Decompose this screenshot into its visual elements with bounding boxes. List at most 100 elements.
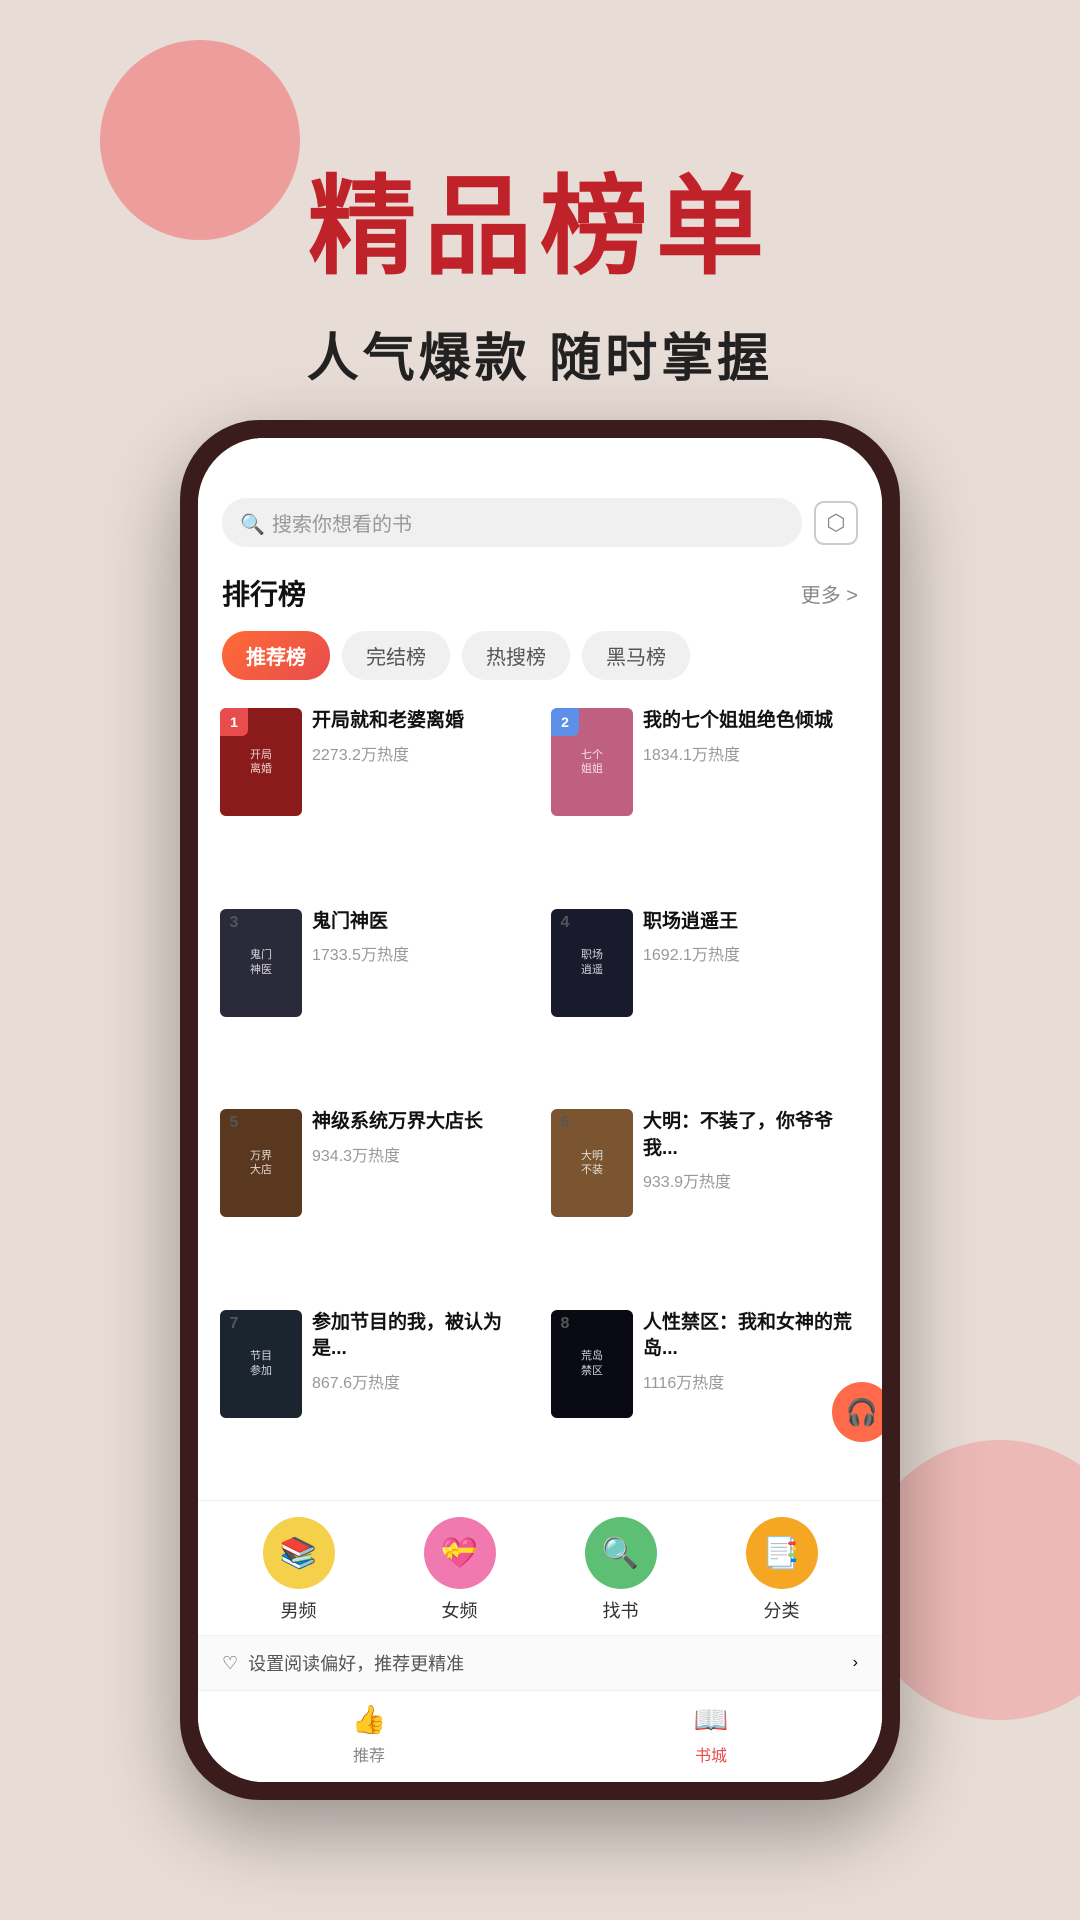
list-item[interactable]: 鬼门 神医 3 鬼门神医 1733.5万热度 — [214, 901, 535, 1092]
book-title: 大明：不装了，你爷爷我... — [643, 1109, 860, 1162]
classify-icon: 📑 — [746, 1517, 818, 1589]
rank-badge: 6 — [551, 1109, 579, 1137]
book-cover: 七个 姐姐 2 — [551, 708, 633, 816]
book-info: 大明：不装了，你爷爷我... 933.9万热度 — [643, 1109, 860, 1192]
bookstore-nav-label: 书城 — [695, 1742, 727, 1766]
book-title: 神级系统万界大店长 — [312, 1109, 529, 1136]
cover-text: 七个 姐姐 — [577, 744, 607, 781]
rank-badge: 2 — [551, 708, 579, 736]
more-link[interactable]: 更多 > — [801, 579, 858, 608]
cover-text: 职场 逍遥 — [577, 944, 607, 981]
book-info: 人性禁区：我和女神的荒岛... 1116万热度 — [643, 1310, 860, 1393]
scan-button[interactable]: ⬡ — [814, 501, 858, 545]
classify-label: 分类 — [764, 1597, 800, 1623]
categories-section: 📚 男频 💝 女频 🔍 找书 📑 分类 — [198, 1500, 882, 1635]
nav-item-recommend[interactable]: 👍 推荐 — [352, 1703, 387, 1766]
prefs-left: ♡ 设置阅读偏好，推荐更精准 — [222, 1650, 464, 1676]
list-item[interactable]: 万界 大店 5 神级系统万界大店长 934.3万热度 — [214, 1101, 535, 1292]
category-classify[interactable]: 📑 分类 — [746, 1517, 818, 1623]
book-cover: 鬼门 神医 3 — [220, 909, 302, 1017]
prefs-banner[interactable]: ♡ 设置阅读偏好，推荐更精准 › — [198, 1635, 882, 1690]
search-placeholder-text: 搜索你想看的书 — [272, 508, 412, 537]
cover-text: 荒岛 禁区 — [577, 1345, 607, 1382]
prefs-heart-icon: ♡ — [222, 1653, 238, 1674]
category-female[interactable]: 💝 女频 — [424, 1517, 496, 1623]
tabs-row: 推荐榜 完结榜 热搜榜 黑马榜 — [198, 623, 882, 692]
book-cover: 大明 不装 6 — [551, 1109, 633, 1217]
rank-badge: 8 — [551, 1310, 579, 1338]
tab-hot-search[interactable]: 热搜榜 — [462, 631, 570, 680]
male-freq-icon: 📚 — [263, 1517, 335, 1589]
book-heat: 934.3万热度 — [312, 1142, 529, 1166]
book-cover: 职场 逍遥 4 — [551, 909, 633, 1017]
phone-inner: 🔍 搜索你想看的书 ⬡ 排行榜 更多 > 推荐榜 完结榜 热搜榜 黑马榜 — [198, 438, 882, 1782]
rank-badge: 1 — [220, 708, 248, 736]
rank-badge: 4 — [551, 909, 579, 937]
cover-text: 鬼门 神医 — [246, 944, 276, 981]
tab-dark-horse[interactable]: 黑马榜 — [582, 631, 690, 680]
category-male[interactable]: 📚 男频 — [263, 1517, 335, 1623]
female-freq-label: 女频 — [442, 1597, 478, 1623]
rankings-section-title: 排行榜 — [222, 573, 306, 613]
find-book-icon: 🔍 — [585, 1517, 657, 1589]
book-info: 鬼门神医 1733.5万热度 — [312, 909, 529, 966]
prefs-arrow-icon: › — [853, 1654, 858, 1672]
hero-subtitle: 人气爆款 随时掌握 — [0, 316, 1080, 391]
book-info: 职场逍遥王 1692.1万热度 — [643, 909, 860, 966]
list-item[interactable]: 开局 离婚 1 开局就和老婆离婚 2273.2万热度 — [214, 700, 535, 891]
book-cover: 开局 离婚 1 — [220, 708, 302, 816]
book-title: 职场逍遥王 — [643, 909, 860, 936]
hero-title: 精品榜单 — [0, 140, 1080, 296]
book-cover: 节目 参加 7 — [220, 1310, 302, 1418]
cover-text: 万界 大店 — [246, 1145, 276, 1182]
list-item[interactable]: 七个 姐姐 2 我的七个姐姐绝色倾城 1834.1万热度 — [545, 700, 866, 891]
prefs-text: 设置阅读偏好，推荐更精准 — [248, 1650, 464, 1676]
bookstore-nav-icon: 📖 — [694, 1703, 729, 1736]
book-title: 鬼门神医 — [312, 909, 529, 936]
cover-text: 节目 参加 — [246, 1345, 276, 1382]
book-cover: 荒岛 禁区 8 — [551, 1310, 633, 1418]
list-item[interactable]: 职场 逍遥 4 职场逍遥王 1692.1万热度 — [545, 901, 866, 1092]
recommend-nav-label: 推荐 — [353, 1742, 385, 1766]
status-bar — [198, 438, 882, 488]
book-info: 开局就和老婆离婚 2273.2万热度 — [312, 708, 529, 765]
book-heat: 1733.5万热度 — [312, 941, 529, 965]
book-info: 我的七个姐姐绝色倾城 1834.1万热度 — [643, 708, 860, 765]
hero-section: 精品榜单 人气爆款 随时掌握 — [0, 60, 1080, 391]
tab-completed[interactable]: 完结榜 — [342, 631, 450, 680]
search-box[interactable]: 🔍 搜索你想看的书 — [222, 498, 802, 547]
cover-text: 开局 离婚 — [246, 744, 276, 781]
find-book-label: 找书 — [603, 1597, 639, 1623]
rank-badge: 7 — [220, 1310, 248, 1338]
rankings-header: 排行榜 更多 > — [198, 557, 882, 623]
book-info: 参加节目的我，被认为是... 867.6万热度 — [312, 1310, 529, 1393]
book-title: 开局就和老婆离婚 — [312, 708, 529, 735]
list-item[interactable]: 荒岛 禁区 8 人性禁区：我和女神的荒岛... 1116万热度 — [545, 1302, 866, 1493]
book-heat: 1116万热度 — [643, 1369, 860, 1393]
book-title: 我的七个姐姐绝色倾城 — [643, 708, 860, 735]
list-item[interactable]: 节目 参加 7 参加节目的我，被认为是... 867.6万热度 — [214, 1302, 535, 1493]
book-info: 神级系统万界大店长 934.3万热度 — [312, 1109, 529, 1166]
book-heat: 1692.1万热度 — [643, 941, 860, 965]
rank-badge: 3 — [220, 909, 248, 937]
search-icon: 🔍 — [240, 512, 262, 534]
book-heat: 1834.1万热度 — [643, 741, 860, 765]
phone-mockup: 🔍 搜索你想看的书 ⬡ 排行榜 更多 > 推荐榜 完结榜 热搜榜 黑马榜 — [180, 420, 900, 1800]
list-item[interactable]: 大明 不装 6 大明：不装了，你爷爷我... 933.9万热度 — [545, 1101, 866, 1292]
male-freq-label: 男频 — [281, 1597, 317, 1623]
screen: 🔍 搜索你想看的书 ⬡ 排行榜 更多 > 推荐榜 完结榜 热搜榜 黑马榜 — [198, 438, 882, 1782]
nav-item-bookstore[interactable]: 📖 书城 — [694, 1703, 729, 1766]
rank-badge: 5 — [220, 1109, 248, 1137]
book-heat: 2273.2万热度 — [312, 741, 529, 765]
category-find-book[interactable]: 🔍 找书 — [585, 1517, 657, 1623]
bottom-nav: 👍 推荐 📖 书城 — [198, 1690, 882, 1782]
book-title: 参加节目的我，被认为是... — [312, 1310, 529, 1363]
book-title: 人性禁区：我和女神的荒岛... — [643, 1310, 860, 1363]
book-heat: 933.9万热度 — [643, 1168, 860, 1192]
cover-text: 大明 不装 — [577, 1145, 607, 1182]
book-list: 开局 离婚 1 开局就和老婆离婚 2273.2万热度 七个 姐姐 2 我的七个姐… — [198, 692, 882, 1500]
tab-recommended[interactable]: 推荐榜 — [222, 631, 330, 680]
book-cover: 万界 大店 5 — [220, 1109, 302, 1217]
female-freq-icon: 💝 — [424, 1517, 496, 1589]
search-area: 🔍 搜索你想看的书 ⬡ — [198, 488, 882, 557]
